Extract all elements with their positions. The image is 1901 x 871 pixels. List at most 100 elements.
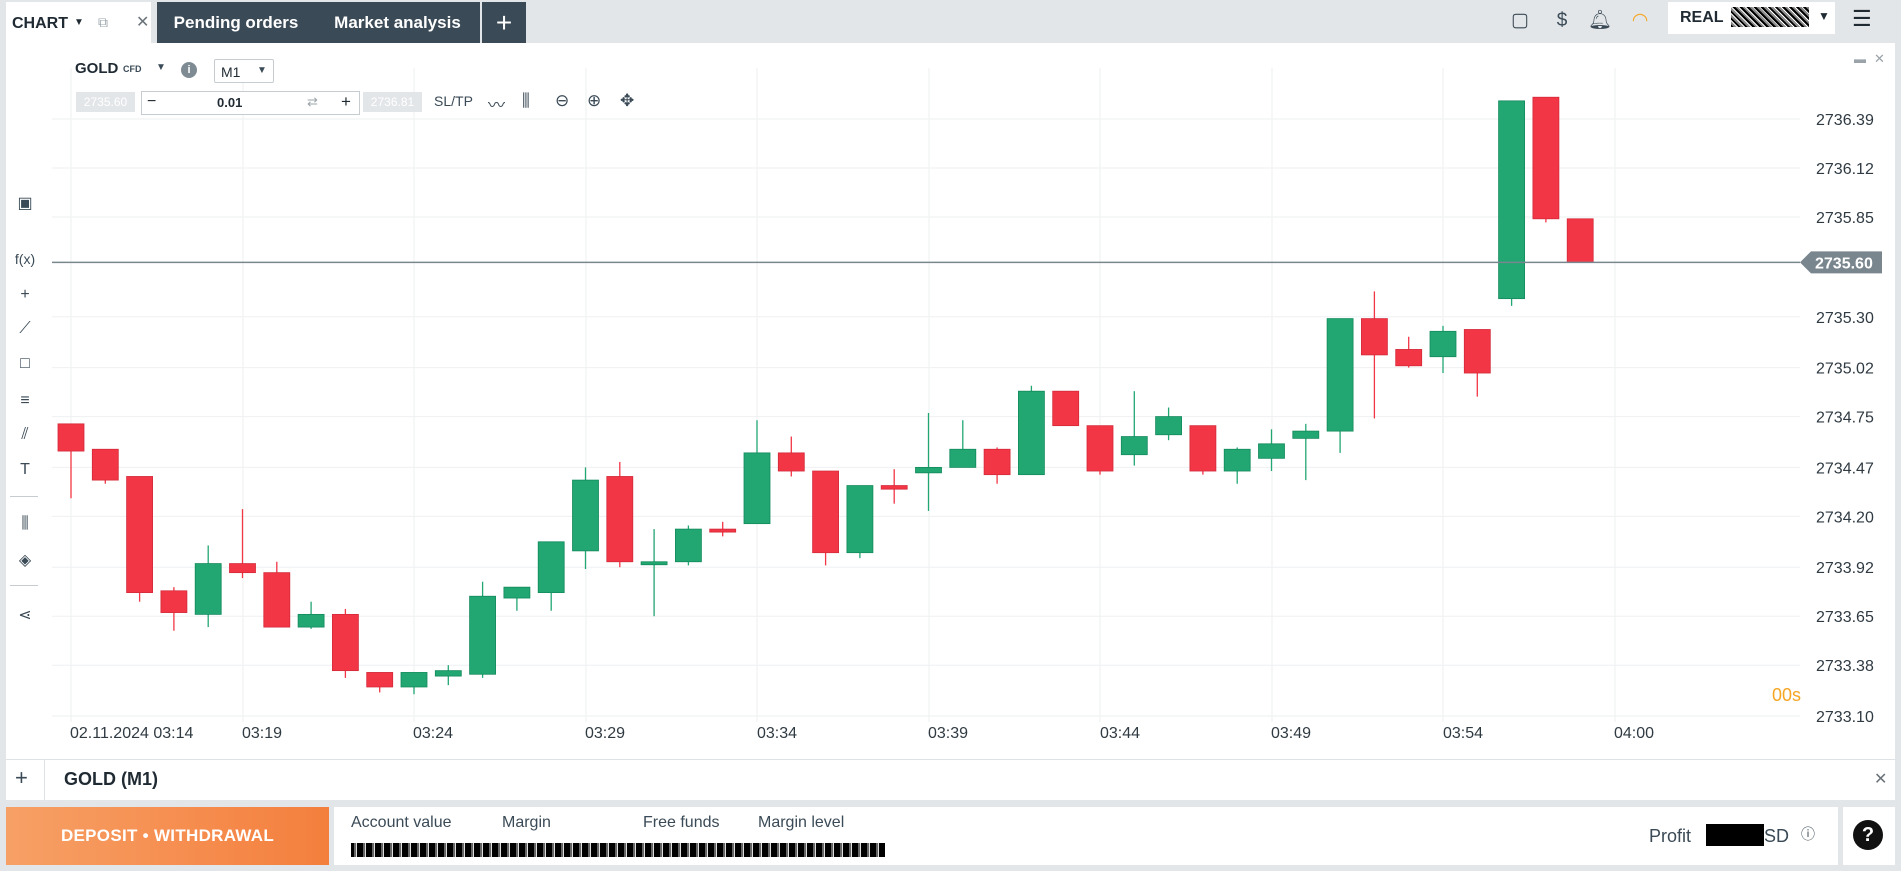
help-icon: ? <box>1853 820 1883 850</box>
candle <box>915 412 942 511</box>
text-tool[interactable]: T <box>10 459 40 481</box>
trendline-tool[interactable]: ⟋ <box>10 318 40 340</box>
zoom-out-icon[interactable]: ⊖ <box>555 91 569 111</box>
candle-body <box>194 563 222 615</box>
lot-plus-button[interactable]: + <box>341 92 351 112</box>
candle-body <box>1120 436 1148 456</box>
candle <box>1498 100 1525 306</box>
buy-price-button[interactable]: 2736.81 <box>363 92 422 112</box>
candle <box>1018 385 1045 476</box>
candle-body <box>297 613 325 628</box>
crosshair-tool[interactable]: + <box>10 284 40 306</box>
candle <box>1223 447 1251 484</box>
candle <box>1463 329 1491 397</box>
chart-footer: + GOLD (M1) ✕ <box>6 759 1895 800</box>
y-tick-label: 2734.47 <box>1816 460 1874 477</box>
close-icon[interactable]: ✕ <box>1874 769 1887 789</box>
candle <box>1326 318 1354 453</box>
fibonacci-tool[interactable]: ≡ <box>10 390 40 412</box>
candlestick-icon[interactable]: ⫼ <box>522 91 530 111</box>
candle <box>1258 429 1285 472</box>
candle-body <box>1566 218 1594 263</box>
lot-minus-button[interactable]: − <box>147 93 156 111</box>
candle-body <box>400 672 428 688</box>
y-tick-label: 2734.75 <box>1816 410 1874 427</box>
candle-body <box>675 528 702 563</box>
candle-body <box>1429 330 1457 358</box>
candle <box>1086 425 1114 475</box>
candle <box>675 525 702 566</box>
symbol-name[interactable]: GOLD <box>75 60 118 77</box>
candle <box>57 423 85 499</box>
chart-title[interactable]: GOLD (M1) <box>64 769 158 790</box>
candle-body <box>160 590 188 613</box>
account-value-label: Account value <box>351 814 452 831</box>
y-tick-label: 2733.65 <box>1816 609 1874 626</box>
candle <box>263 561 291 628</box>
lot-size-stepper[interactable]: − 0.01 ⇄ + <box>141 91 360 115</box>
info-icon[interactable]: ⓘ <box>1801 824 1815 844</box>
candle <box>91 448 119 484</box>
margin-level-label: Margin level <box>758 814 845 831</box>
candle-body <box>1155 416 1182 436</box>
candle <box>503 586 531 611</box>
candle-body <box>537 541 565 594</box>
x-tick-label: 03:29 <box>585 725 625 742</box>
sell-price-button[interactable]: 2735.60 <box>76 92 135 112</box>
chevron-down-icon[interactable]: ▼ <box>156 62 166 73</box>
layers-tool[interactable]: ◈ <box>10 550 40 572</box>
candle <box>194 545 222 628</box>
margin-label: Margin <box>502 814 551 831</box>
x-tick-label: 03:44 <box>1100 725 1140 742</box>
candle-body <box>229 563 256 574</box>
divider <box>10 585 38 586</box>
zoom-in-icon[interactable]: ⊕ <box>587 91 601 111</box>
candle-body <box>1395 349 1423 367</box>
candle-body <box>1086 425 1114 472</box>
symbol-type-badge: CFD <box>123 64 142 74</box>
help-button[interactable]: ? <box>1843 807 1895 865</box>
candle-body <box>331 613 359 672</box>
candle-body <box>126 476 153 594</box>
candle-settings-tool[interactable]: ⫼ <box>10 513 40 535</box>
share-tool[interactable]: ⋖ <box>10 605 40 627</box>
candle <box>160 587 188 631</box>
candle <box>331 608 359 678</box>
close-panel-icon[interactable]: ✕ <box>1874 51 1885 67</box>
candle <box>229 509 256 579</box>
profit-value-redacted <box>1706 824 1764 846</box>
x-tick-label: 04:00 <box>1614 725 1654 742</box>
rectangle-tool[interactable]: □ <box>10 353 40 375</box>
candle-countdown: 00s <box>1772 685 1801 705</box>
chart-type-tool[interactable]: ▣ <box>10 193 40 215</box>
pitchfork-tool[interactable]: ⫽ <box>10 424 40 446</box>
indicators-tool[interactable]: f(x) <box>10 248 40 270</box>
candle <box>640 529 668 617</box>
add-chart-button[interactable]: + <box>15 765 28 791</box>
lot-size-input[interactable]: 0.01 <box>217 95 242 110</box>
candle <box>537 541 565 611</box>
chevron-down-icon: ▼ <box>257 65 267 76</box>
candle-body <box>743 452 771 525</box>
swap-icon[interactable]: ⇄ <box>307 94 318 110</box>
timeframe-select[interactable]: M1 ▼ <box>214 59 274 83</box>
maximize-panel-icon[interactable]: ▬ <box>1854 52 1866 66</box>
move-icon[interactable]: ✥ <box>620 91 634 111</box>
sltp-button[interactable]: SL/TP <box>434 93 473 109</box>
candle <box>1532 96 1560 223</box>
candle <box>366 672 394 693</box>
info-icon[interactable]: i <box>181 62 197 78</box>
free-funds-label: Free funds <box>643 814 720 831</box>
candle-body <box>1498 100 1525 300</box>
candle-body <box>846 485 874 554</box>
candle-body <box>949 448 977 468</box>
candle <box>469 581 497 678</box>
deposit-withdrawal-button[interactable]: DEPOSIT • WITHDRAWAL <box>6 807 329 865</box>
candle <box>1155 407 1182 441</box>
line-chart-icon[interactable]: 〰 <box>488 91 505 116</box>
candle-body <box>57 423 85 452</box>
candle-body <box>1463 329 1491 374</box>
candle-body <box>1361 318 1388 356</box>
candle-body <box>434 670 462 677</box>
x-tick-label: 03:24 <box>413 725 453 742</box>
